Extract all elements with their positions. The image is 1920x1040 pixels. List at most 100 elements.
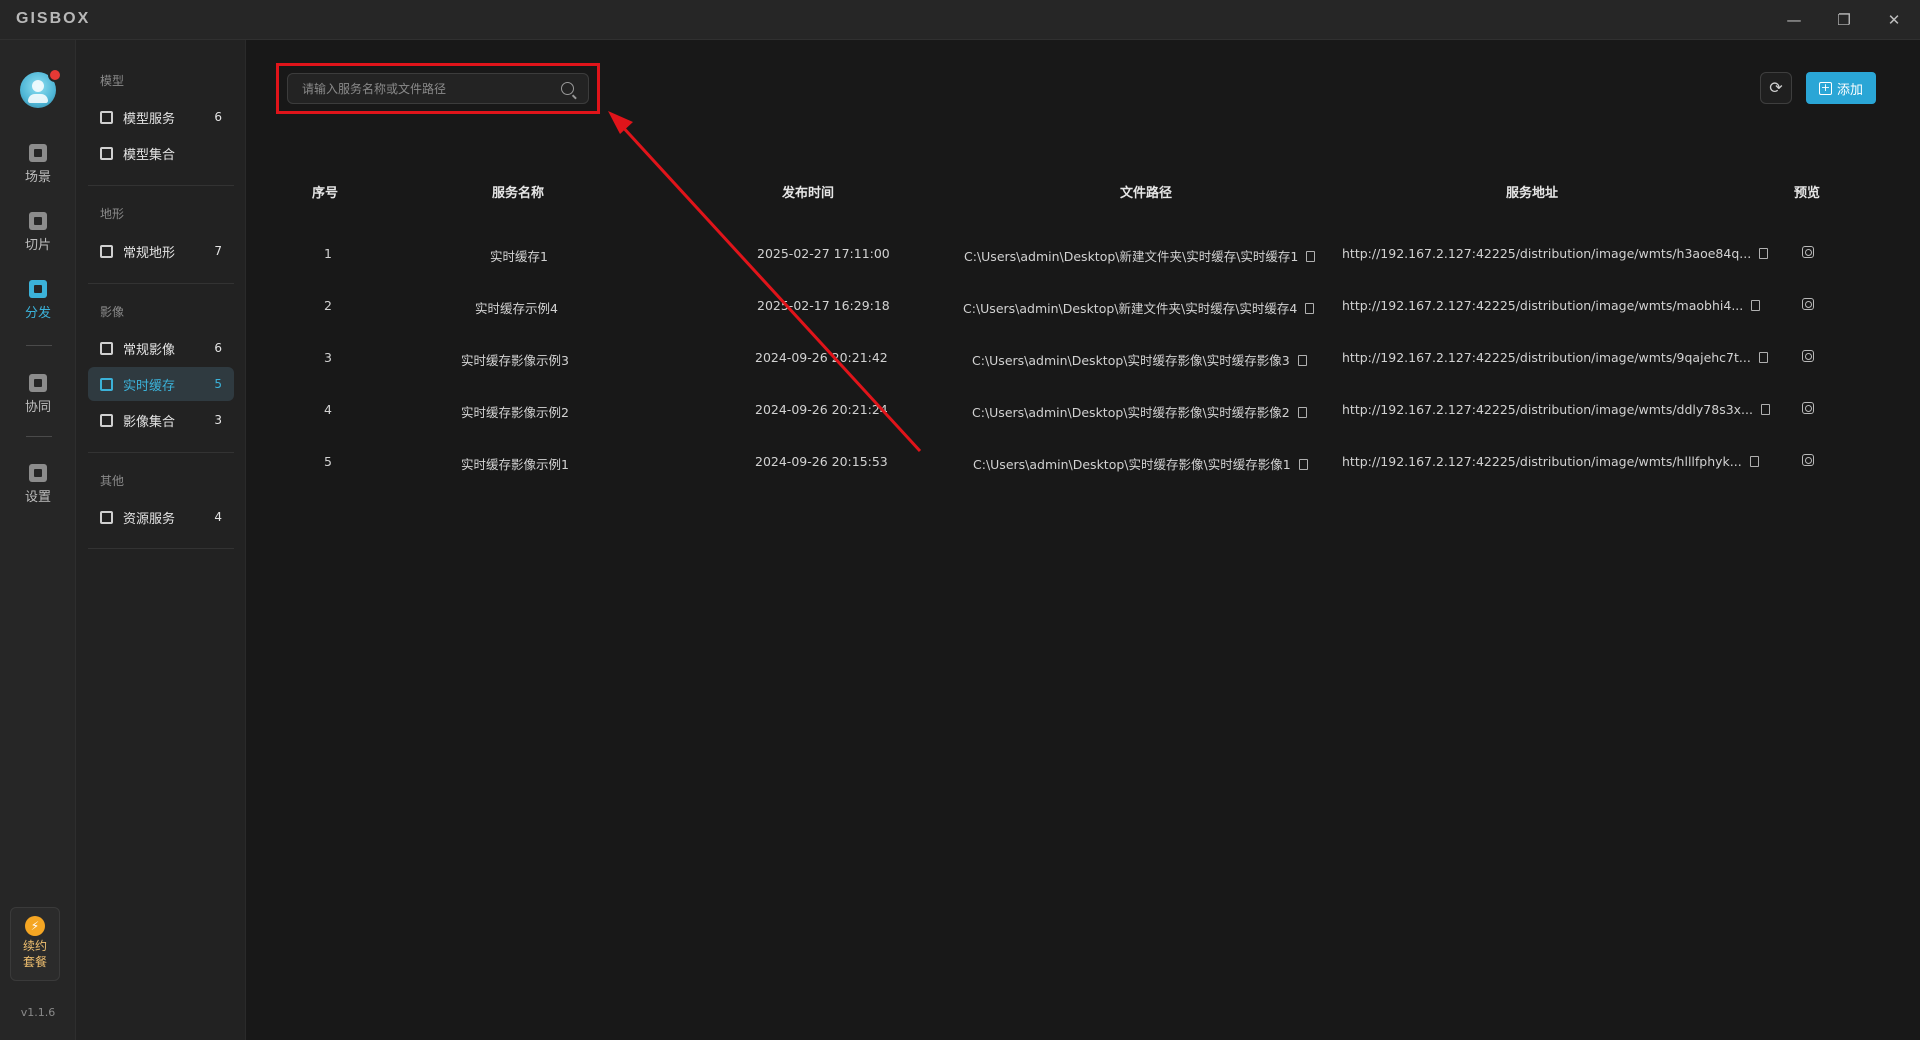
table-row: 3 实时缓存影像示例3 2024-09-26 20:21:42 C:\Users… xyxy=(246,332,1920,384)
column-header-name: 服务名称 xyxy=(492,186,545,201)
cell-url: http://192.167.2.127:42225/distribution/… xyxy=(1342,246,1769,261)
left-rail: 场景 切片 分发 协同 设置 ⚡ 续约 套餐 v1.1.6 xyxy=(0,40,76,1040)
cell-path: C:\Users\admin\Desktop\新建文件夹\实时缓存\实时缓存4 xyxy=(963,298,1315,317)
sidebar-divider xyxy=(88,548,234,549)
app-version: v1.1.6 xyxy=(20,1006,56,1019)
table-row: 1 实时缓存1 2025-02-27 17:11:00 C:\Users\adm… xyxy=(246,228,1920,280)
rail-item-tile[interactable]: 切片 xyxy=(0,206,76,262)
sidebar-item-realtime-cache[interactable]: 实时缓存 5 xyxy=(88,367,234,401)
sidebar-item-imagery[interactable]: 常规影像 6 xyxy=(88,331,234,365)
add-button[interactable]: + 添加 xyxy=(1806,72,1876,104)
realtime-cache-icon xyxy=(100,377,113,391)
cell-url: http://192.167.2.127:42225/distribution/… xyxy=(1342,298,1761,313)
close-icon[interactable]: ✕ xyxy=(1882,8,1906,32)
rail-item-collab[interactable]: 协同 xyxy=(0,368,76,424)
cell-index: 3 xyxy=(324,350,332,365)
cell-name: 实时缓存影像示例2 xyxy=(461,405,569,420)
copy-url-icon[interactable] xyxy=(1751,300,1761,311)
renew-plan-button[interactable]: ⚡ 续约 套餐 xyxy=(10,907,60,981)
preview-icon[interactable] xyxy=(1802,350,1814,362)
minimize-icon[interactable]: — xyxy=(1782,8,1806,32)
imagery-collection-icon xyxy=(100,413,113,427)
table-row: 2 实时缓存示例4 2025-02-17 16:29:18 C:\Users\a… xyxy=(246,280,1920,332)
cell-path: C:\Users\admin\Desktop\新建文件夹\实时缓存\实时缓存1 xyxy=(964,246,1316,265)
copy-url-icon[interactable] xyxy=(1759,248,1769,259)
settings-icon xyxy=(29,464,47,482)
copy-path-icon[interactable] xyxy=(1298,459,1308,470)
cell-time: 2025-02-27 17:11:00 xyxy=(757,246,890,261)
add-icon: + xyxy=(1818,80,1832,95)
rail-divider xyxy=(26,345,52,346)
count-badge: 6 xyxy=(214,341,222,355)
rail-item-scene[interactable]: 场景 xyxy=(0,138,76,194)
cell-path: C:\Users\admin\Desktop\实时缓存影像\实时缓存影像2 xyxy=(972,402,1307,421)
cell-name: 实时缓存示例4 xyxy=(475,301,558,316)
table-row: 4 实时缓存影像示例2 2024-09-26 20:21:24 C:\Users… xyxy=(246,384,1920,436)
sidebar-item-model-collection[interactable]: 模型集合 xyxy=(88,136,234,170)
group-title-imagery: 影像 xyxy=(100,305,125,319)
copy-url-icon[interactable] xyxy=(1758,352,1768,363)
preview-icon[interactable] xyxy=(1802,298,1814,310)
group-title-model: 模型 xyxy=(100,74,125,88)
cell-url: http://192.167.2.127:42225/distribution/… xyxy=(1342,350,1768,365)
cell-preview xyxy=(1802,350,1814,365)
sidebar-item-resource-service[interactable]: 资源服务 4 xyxy=(88,500,234,534)
title-bar: GISBOX — ❐ ✕ xyxy=(0,0,1920,40)
restore-icon[interactable]: ❐ xyxy=(1832,8,1856,32)
sidebar-item-terrain[interactable]: 常规地形 7 xyxy=(88,234,234,268)
model-icon xyxy=(100,110,113,124)
copy-path-icon[interactable] xyxy=(1297,407,1307,418)
cell-index: 1 xyxy=(324,246,332,261)
distribute-icon xyxy=(29,280,47,298)
cell-name: 实时缓存影像示例1 xyxy=(461,457,569,472)
scene-icon xyxy=(29,144,47,162)
column-header-index: 序号 xyxy=(312,186,339,201)
column-header-path: 文件路径 xyxy=(1120,186,1173,201)
main-content: ⟳ + 添加 序号 服务名称 发布时间 文件路径 服务地址 预览 1 实时缓存1… xyxy=(246,40,1920,1040)
rail-item-distribute[interactable]: 分发 xyxy=(0,274,76,330)
cell-preview xyxy=(1802,246,1814,261)
copy-path-icon[interactable] xyxy=(1297,355,1307,366)
cell-index: 2 xyxy=(324,298,332,313)
rail-divider xyxy=(26,436,52,437)
tile-icon xyxy=(29,212,47,230)
copy-path-icon[interactable] xyxy=(1305,303,1315,314)
copy-url-icon[interactable] xyxy=(1760,404,1770,415)
group-title-other: 其他 xyxy=(100,474,125,488)
preview-icon[interactable] xyxy=(1802,402,1814,414)
cell-preview xyxy=(1802,454,1814,469)
count-badge: 7 xyxy=(214,244,222,258)
sidebar-divider xyxy=(88,185,234,186)
search-box[interactable] xyxy=(287,73,589,104)
search-icon[interactable] xyxy=(561,82,574,95)
avatar[interactable] xyxy=(20,68,62,108)
copy-url-icon[interactable] xyxy=(1749,456,1759,467)
cell-path: C:\Users\admin\Desktop\实时缓存影像\实时缓存影像1 xyxy=(973,454,1308,473)
copy-path-icon[interactable] xyxy=(1306,251,1316,262)
preview-icon[interactable] xyxy=(1802,246,1814,258)
cell-preview xyxy=(1802,402,1814,417)
annotation-highlight-box xyxy=(276,63,600,114)
cell-path: C:\Users\admin\Desktop\实时缓存影像\实时缓存影像3 xyxy=(972,350,1307,369)
count-badge: 4 xyxy=(214,510,222,524)
sidebar-item-imagery-collection[interactable]: 影像集合 3 xyxy=(88,403,234,437)
collab-icon xyxy=(29,374,47,392)
preview-icon[interactable] xyxy=(1802,454,1814,466)
cell-time: 2025-02-17 16:29:18 xyxy=(757,298,890,313)
group-title-terrain: 地形 xyxy=(100,207,125,221)
sidebar-item-model-service[interactable]: 模型服务 6 xyxy=(88,100,234,134)
rail-item-settings[interactable]: 设置 xyxy=(0,458,76,514)
lightning-icon: ⚡ xyxy=(25,916,45,936)
model-icon xyxy=(100,146,113,160)
column-header-time: 发布时间 xyxy=(782,186,835,201)
search-input[interactable] xyxy=(288,74,548,103)
cell-url: http://192.167.2.127:42225/distribution/… xyxy=(1342,402,1770,417)
app-logo: GISBOX xyxy=(16,10,91,27)
cell-url: http://192.167.2.127:42225/distribution/… xyxy=(1342,454,1759,469)
cell-time: 2024-09-26 20:21:42 xyxy=(755,350,888,365)
refresh-button[interactable]: ⟳ xyxy=(1760,72,1792,104)
notification-dot xyxy=(48,68,62,82)
sub-sidebar: 模型 模型服务 6 模型集合 地形 常规地形 7 影像 常规影像 6 实时缓存 xyxy=(76,40,246,1040)
imagery-icon xyxy=(100,341,113,355)
count-badge: 5 xyxy=(214,377,222,391)
